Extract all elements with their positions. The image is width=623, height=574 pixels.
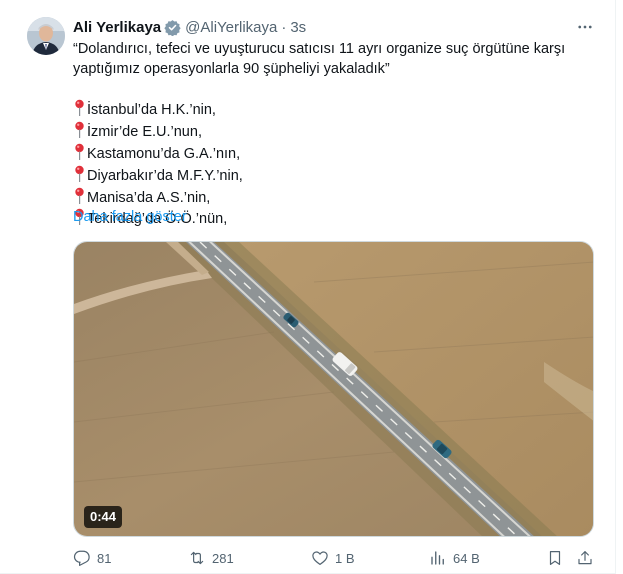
location-text: Kastamonu’da G.A.’nın, [87,145,241,162]
view-count: 64 B [453,550,480,566]
round-pushpin-icon [75,143,84,160]
heart-icon [312,551,328,565]
location-text: İzmir’de E.U.’nun, [87,124,202,141]
location-line: Diyarbakır’da M.F.Y.’nin, [73,165,573,187]
tweet-text-line: “Dolandırıcı, tefeci ve uyuşturucu satıc… [73,41,566,57]
share-icon [578,551,592,565]
video-duration: 0:44 [84,506,123,528]
location-line: İstanbul’da H.K.’nin, [73,99,573,121]
round-pushpin-icon [75,165,84,182]
tweet-text-line: yaptığımız operasyonlarla 90 şüpheliyi y… [73,60,390,77]
reply-count: 81 [97,550,112,566]
tweet-header: Ali Yerlikaya @AliYerlikaya · 3s [73,17,306,37]
views-button[interactable]: 64 B [429,548,480,568]
separator-dot: · [281,18,287,36]
author-name[interactable]: Ali Yerlikaya [73,19,161,36]
repost-icon [190,551,204,565]
location-line: İzmir’de E.U.’nun, [73,121,573,143]
round-pushpin-icon [75,187,84,204]
location-text: Diyarbakır’da M.F.Y.’nin, [87,167,243,184]
views-chart-icon [431,551,444,565]
share-button[interactable] [576,548,594,568]
like-count: 1 B [335,550,355,566]
author-handle[interactable]: @AliYerlikaya [185,19,277,36]
round-pushpin-icon [75,100,84,117]
tweet-timestamp[interactable]: 3s [290,19,306,36]
action-bar: 81 281 1 B 64 B [73,548,598,568]
verified-badge-icon[interactable] [164,19,181,36]
location-text: İstanbul’da H.K.’nin, [87,102,216,119]
reply-icon [73,550,90,566]
location-line: Manisa’da A.S.’nin, [73,187,573,209]
repost-button[interactable]: 281 [188,548,234,568]
video-player[interactable] [73,241,594,537]
reply-button[interactable]: 81 [73,548,111,568]
bookmark-button[interactable] [546,548,564,568]
video-thumbnail [74,242,593,536]
avatar[interactable] [27,17,65,55]
tweet-text: “Dolandırıcı, tefeci ve uyuşturucu satıc… [73,40,573,230]
location-text: Manisa’da A.S.’nin, [87,189,211,206]
bookmark-icon [549,551,561,565]
tweet-card[interactable]: Ali Yerlikaya @AliYerlikaya · 3s “Doland… [0,0,616,574]
more-horizontal-icon[interactable] [574,17,596,37]
location-line: Kastamonu’da G.A.’nın, [73,143,573,165]
like-button[interactable]: 1 B [311,548,355,568]
show-more-link[interactable]: Daha fazla göster [73,209,187,225]
repost-count: 281 [212,550,234,566]
round-pushpin-icon [75,121,84,139]
